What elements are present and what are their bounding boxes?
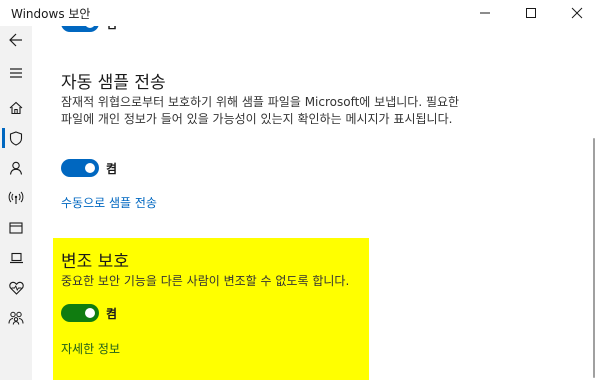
scrollbar[interactable] [588, 26, 600, 380]
app-browser-icon[interactable] [0, 214, 32, 242]
previous-setting-toggle[interactable] [61, 26, 99, 32]
title-bar: Windows 보안 [0, 0, 600, 26]
tamper-protection-toggle[interactable] [61, 304, 99, 322]
auto-sample-title: 자동 샘플 전송 [61, 73, 166, 93]
laptop-icon[interactable] [0, 244, 32, 272]
window-title: Windows 보안 [11, 7, 91, 21]
tamper-protection-section: 변조 보호 중요한 보안 기능을 다른 사람이 변조할 수 없도록 합니다. 켬… [53, 238, 369, 380]
hamburger-menu-icon[interactable] [0, 59, 32, 87]
previous-toggle-label: 켬 [106, 26, 117, 32]
maximize-button[interactable] [508, 0, 554, 26]
scroll-thumb[interactable] [593, 138, 595, 378]
tamper-protection-description: 중요한 보안 기능을 다른 사람이 변조할 수 없도록 합니다. [61, 274, 350, 288]
maximize-icon [526, 8, 536, 18]
wifi-antenna-icon[interactable] [0, 184, 32, 212]
minimize-icon [480, 12, 490, 14]
tamper-protection-toggle-label: 켬 [106, 307, 118, 321]
person-icon[interactable] [0, 154, 32, 182]
learn-more-link[interactable]: 자세한 정보 [61, 340, 120, 357]
shield-icon[interactable] [0, 124, 32, 152]
auto-sample-description: 잠재적 위협으로부터 보호하기 위해 샘플 파일을 Microsoft에 보냅니… [61, 95, 460, 126]
auto-sample-toggle-label: 켬 [106, 162, 118, 176]
manual-sample-link[interactable]: 수동으로 샘플 전송 [61, 194, 157, 211]
nav-rail [0, 26, 32, 380]
minimize-button[interactable] [462, 0, 508, 26]
auto-sample-toggle[interactable] [61, 159, 99, 177]
back-arrow-icon[interactable] [0, 26, 32, 54]
family-icon[interactable] [0, 304, 32, 332]
close-button[interactable] [554, 0, 600, 26]
close-icon [571, 7, 583, 19]
heart-icon[interactable] [0, 274, 32, 302]
home-icon[interactable] [0, 94, 32, 122]
tamper-protection-title: 변조 보호 [61, 252, 129, 272]
content-area: 켬 자동 샘플 전송 잠재적 위협으로부터 보호하기 위해 샘플 파일을 Mic… [32, 26, 588, 380]
